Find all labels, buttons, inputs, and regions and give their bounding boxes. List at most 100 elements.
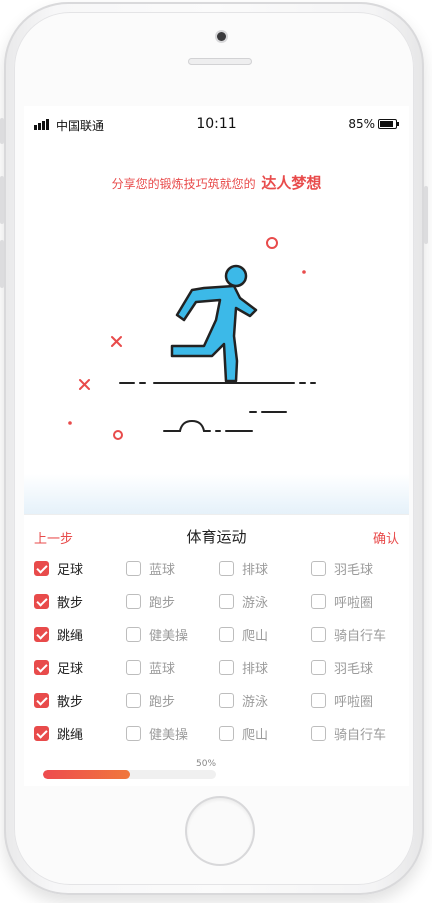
sport-option-label: 骑自行车: [334, 727, 387, 743]
confirm-button[interactable]: 确认: [373, 528, 399, 547]
app-screen: 中国联通 10:11 85% 分享您的锻炼技巧筑就您的 达人梦想 上一步 体育运…: [24, 106, 409, 786]
volume-down-button: [0, 240, 4, 288]
sport-option[interactable]: 跳绳: [34, 624, 83, 644]
checkbox-checked-icon[interactable]: [34, 725, 49, 741]
sport-option[interactable]: 爬山: [219, 723, 268, 743]
sport-option-label: 爬山: [242, 628, 269, 644]
slogan: 分享您的锻炼技巧筑就您的 达人梦想: [24, 172, 409, 193]
sport-option-label: 排球: [242, 562, 269, 578]
status-bar: 中国联通 10:11 85%: [24, 106, 409, 142]
checkbox-unchecked-icon[interactable]: [126, 593, 141, 609]
checkbox-checked-icon[interactable]: [34, 593, 49, 609]
sport-option-label: 跳绳: [57, 628, 84, 644]
sport-option[interactable]: 羽毛球: [311, 657, 373, 677]
checkbox-unchecked-icon[interactable]: [126, 725, 141, 741]
sport-option-label: 羽毛球: [334, 661, 374, 677]
sport-option-label: 蓝球: [149, 562, 176, 578]
sport-option[interactable]: 排球: [219, 558, 268, 578]
option-row: 跳绳 健美操 爬山 骑自行车: [24, 622, 409, 655]
sport-option[interactable]: 蓝球: [126, 657, 175, 677]
sport-option-label: 游泳: [242, 595, 269, 611]
sport-option[interactable]: 健美操: [126, 723, 188, 743]
sport-option-label: 足球: [57, 562, 84, 578]
slogan-text: 分享您的锻炼技巧筑就您的: [111, 177, 256, 191]
checkbox-unchecked-icon[interactable]: [311, 659, 326, 675]
battery-percent: 85%: [348, 117, 375, 131]
home-button[interactable]: [187, 798, 253, 864]
sport-option-label: 散步: [57, 595, 84, 611]
checkbox-unchecked-icon[interactable]: [311, 725, 326, 741]
sport-option-label: 骑自行车: [334, 628, 387, 644]
slogan-highlight: 达人梦想: [261, 174, 322, 192]
running-man-icon: [68, 237, 316, 440]
sport-option[interactable]: 跑步: [126, 690, 175, 710]
sport-option-label: 跳绳: [57, 727, 84, 743]
sport-option-label: 羽毛球: [334, 562, 374, 578]
checkbox-unchecked-icon[interactable]: [219, 725, 234, 741]
sport-option-label: 呼啦圈: [334, 694, 374, 710]
checkbox-checked-icon[interactable]: [34, 692, 49, 708]
battery-icon: [378, 119, 399, 129]
checkbox-unchecked-icon[interactable]: [126, 659, 141, 675]
divider: [24, 514, 409, 515]
sport-option-label: 蓝球: [149, 661, 176, 677]
sport-option[interactable]: 跳绳: [34, 723, 83, 743]
checkbox-unchecked-icon[interactable]: [126, 626, 141, 642]
sport-option[interactable]: 散步: [34, 690, 83, 710]
sport-option-label: 排球: [242, 661, 269, 677]
option-row: 跳绳 健美操 爬山 骑自行车: [24, 721, 409, 754]
checkbox-unchecked-icon[interactable]: [219, 593, 234, 609]
progress-label: 50%: [196, 759, 217, 769]
sport-option[interactable]: 呼啦圈: [311, 591, 373, 611]
sport-option[interactable]: 爬山: [219, 624, 268, 644]
sport-option-label: 跑步: [149, 694, 176, 710]
sport-option-label: 健美操: [149, 628, 189, 644]
battery-level: [380, 121, 393, 127]
sport-option[interactable]: 足球: [34, 558, 83, 578]
checkbox-unchecked-icon[interactable]: [219, 626, 234, 642]
sport-option-label: 跑步: [149, 595, 176, 611]
checkbox-unchecked-icon[interactable]: [126, 560, 141, 576]
sport-option[interactable]: 足球: [34, 657, 83, 677]
checkbox-unchecked-icon[interactable]: [219, 659, 234, 675]
checkbox-unchecked-icon[interactable]: [126, 692, 141, 708]
checkbox-unchecked-icon[interactable]: [311, 692, 326, 708]
sport-option[interactable]: 散步: [34, 591, 83, 611]
sport-option-label: 散步: [57, 694, 84, 710]
sport-options-grid: 足球 蓝球 排球 羽毛球 散步 跑步 游泳 呼啦圈 跳绳 健美操 爬山 骑自行车 足球 蓝球 排球 羽毛球 散步…: [24, 556, 409, 754]
option-row: 足球 蓝球 排球 羽毛球: [24, 655, 409, 688]
sport-option-label: 爬山: [242, 727, 269, 743]
sport-option[interactable]: 健美操: [126, 624, 188, 644]
checkbox-unchecked-icon[interactable]: [311, 560, 326, 576]
checkbox-unchecked-icon[interactable]: [219, 692, 234, 708]
picker-header: 上一步 体育运动 确认: [24, 516, 409, 556]
checkbox-unchecked-icon[interactable]: [219, 560, 234, 576]
earpiece-speaker: [188, 58, 252, 65]
banner-fade: [24, 474, 409, 514]
sport-option[interactable]: 跑步: [126, 591, 175, 611]
progress-bar: [43, 770, 216, 779]
option-row: 散步 跑步 游泳 呼啦圈: [24, 688, 409, 721]
sport-option[interactable]: 排球: [219, 657, 268, 677]
checkbox-checked-icon[interactable]: [34, 626, 49, 642]
sport-option[interactable]: 骑自行车: [311, 723, 386, 743]
volume-up-button: [0, 176, 4, 224]
sport-option[interactable]: 游泳: [219, 591, 268, 611]
sport-option[interactable]: 羽毛球: [311, 558, 373, 578]
sport-option-label: 足球: [57, 661, 84, 677]
sport-option[interactable]: 蓝球: [126, 558, 175, 578]
sport-option-label: 游泳: [242, 694, 269, 710]
checkbox-checked-icon[interactable]: [34, 560, 49, 576]
option-row: 足球 蓝球 排球 羽毛球: [24, 556, 409, 589]
sport-option-label: 健美操: [149, 727, 189, 743]
checkbox-unchecked-icon[interactable]: [311, 626, 326, 642]
checkbox-checked-icon[interactable]: [34, 659, 49, 675]
power-button: [424, 186, 428, 244]
picker-title: 体育运动: [186, 528, 247, 546]
sport-option[interactable]: 游泳: [219, 690, 268, 710]
sport-option[interactable]: 呼啦圈: [311, 690, 373, 710]
checkbox-unchecked-icon[interactable]: [311, 593, 326, 609]
sport-option[interactable]: 骑自行车: [311, 624, 386, 644]
mute-switch: [0, 118, 4, 144]
option-row: 散步 跑步 游泳 呼啦圈: [24, 589, 409, 622]
